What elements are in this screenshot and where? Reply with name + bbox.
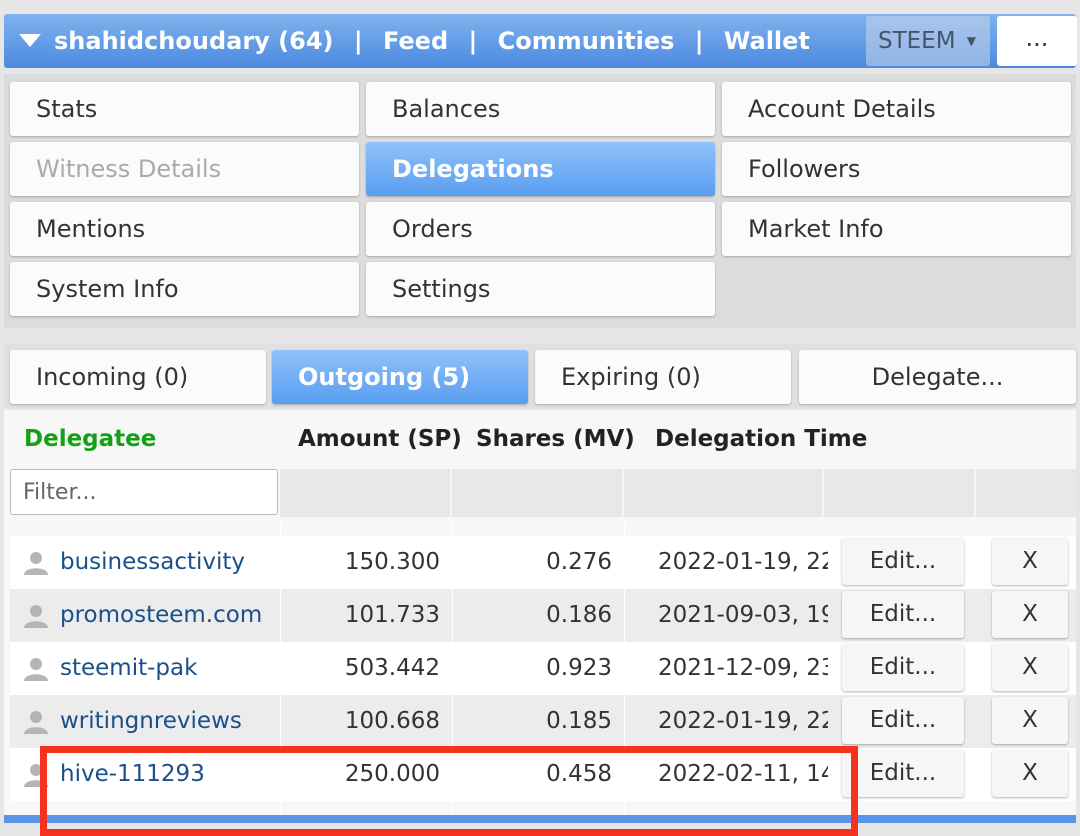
table-row: steemit-pak 503.442 0.923 2021-12-09, 23… — [10, 642, 1076, 695]
tab-incoming[interactable]: Incoming (0) — [10, 350, 266, 404]
column-divider — [280, 522, 281, 822]
communities-link[interactable]: Communities — [498, 24, 675, 58]
dropdown-triangle-icon[interactable] — [19, 34, 41, 47]
delegatee-link[interactable]: writingnreviews — [60, 695, 242, 748]
menu-orders[interactable]: Orders — [366, 202, 715, 256]
delegation-time: 2022-02-11, 14: — [658, 761, 828, 787]
column-divider — [624, 522, 625, 822]
amount-value: 150.300 — [344, 549, 440, 575]
shares-value: 0.186 — [546, 602, 612, 628]
more-button[interactable]: ... — [997, 16, 1077, 66]
user-icon — [24, 605, 48, 628]
caret-down-icon: ▼ — [966, 34, 976, 48]
column-header-time[interactable]: Delegation Time — [655, 410, 867, 466]
table-row: promosteem.com 101.733 0.186 2021-09-03,… — [10, 589, 1076, 642]
bottom-bar — [4, 815, 1076, 823]
table-row: hive-111293 250.000 0.458 2022-02-11, 14… — [10, 748, 1076, 801]
tab-expiring[interactable]: Expiring (0) — [535, 350, 791, 404]
edit-button[interactable]: Edit... — [842, 750, 964, 797]
currency-select[interactable]: STEEM ▼ — [866, 16, 990, 66]
edit-button[interactable]: Edit... — [842, 591, 964, 638]
remove-button[interactable]: X — [992, 538, 1068, 585]
menu-account-details[interactable]: Account Details — [722, 82, 1071, 136]
menu-followers[interactable]: Followers — [722, 142, 1071, 196]
table-row: businessactivity 150.300 0.276 2022-01-1… — [10, 536, 1076, 589]
column-header-delegatee[interactable]: Delegatee — [24, 410, 156, 466]
delegation-time: 2021-09-03, 19: — [658, 602, 828, 628]
shares-value: 0.185 — [546, 708, 612, 734]
user-icon — [24, 658, 48, 681]
nav-separator: | — [468, 27, 478, 55]
amount-value: 250.000 — [344, 761, 440, 787]
wallet-link[interactable]: Wallet — [724, 24, 810, 58]
filter-cell — [624, 469, 822, 517]
edit-button[interactable]: Edit... — [842, 644, 964, 691]
filter-cell — [976, 469, 1076, 517]
delegatee-link[interactable]: hive-111293 — [60, 748, 205, 801]
delegatee-link[interactable]: businessactivity — [60, 536, 245, 589]
shares-value: 0.276 — [546, 549, 612, 575]
filter-input[interactable] — [10, 469, 278, 515]
delegatee-link[interactable]: promosteem.com — [60, 589, 262, 642]
filter-row — [4, 466, 1076, 522]
shares-value: 0.923 — [546, 655, 612, 681]
delegation-tabs: Incoming (0) Outgoing (5) Expiring (0) D… — [4, 344, 1076, 408]
edit-button[interactable]: Edit... — [842, 538, 964, 585]
table-row: writingnreviews 100.668 0.185 2022-01-19… — [10, 695, 1076, 748]
amount-value: 503.442 — [344, 655, 440, 681]
tab-outgoing[interactable]: Outgoing (5) — [272, 350, 528, 404]
menu-system-info[interactable]: System Info — [10, 262, 359, 316]
currency-select-value: STEEM — [878, 28, 956, 54]
column-header-shares[interactable]: Shares (MV) — [476, 410, 635, 466]
user-icon — [24, 764, 48, 787]
menu-balances[interactable]: Balances — [366, 82, 715, 136]
nav-separator: | — [353, 27, 363, 55]
remove-button[interactable]: X — [992, 644, 1068, 691]
delegatee-link[interactable]: steemit-pak — [60, 642, 197, 695]
delegation-time: 2022-01-19, 22: — [658, 708, 828, 734]
menu-delegations[interactable]: Delegations — [366, 142, 715, 196]
account-link[interactable]: shahidchoudary (64) — [54, 24, 334, 58]
column-header-amount[interactable]: Amount (SP) — [298, 410, 462, 466]
user-icon — [24, 552, 48, 575]
remove-button[interactable]: X — [992, 591, 1068, 638]
feed-link[interactable]: Feed — [383, 24, 448, 58]
delegations-table: Delegatee Amount (SP) Shares (MV) Delega… — [4, 410, 1076, 823]
column-divider — [452, 522, 453, 822]
menu-stats[interactable]: Stats — [10, 82, 359, 136]
delegate-button[interactable]: Delegate... — [799, 350, 1076, 404]
filter-cell — [452, 469, 622, 517]
menu-witness-details: Witness Details — [10, 142, 359, 196]
filter-cell — [280, 469, 450, 517]
filter-cell — [824, 469, 974, 517]
user-icon — [24, 711, 48, 734]
amount-value: 100.668 — [344, 708, 440, 734]
delegation-time: 2021-12-09, 23: — [658, 655, 828, 681]
menu-mentions[interactable]: Mentions — [10, 202, 359, 256]
menu-market-info[interactable]: Market Info — [722, 202, 1071, 256]
edit-button[interactable]: Edit... — [842, 697, 964, 744]
remove-button[interactable]: X — [992, 750, 1068, 797]
nav-separator: | — [694, 27, 704, 55]
menu-settings[interactable]: Settings — [366, 262, 715, 316]
remove-button[interactable]: X — [992, 697, 1068, 744]
delegation-time: 2022-01-19, 22: — [658, 549, 828, 575]
nav-links: shahidchoudary (64) | Feed | Communities… — [54, 24, 810, 58]
shares-value: 0.458 — [546, 761, 612, 787]
amount-value: 101.733 — [344, 602, 440, 628]
top-nav-bar: shahidchoudary (64) | Feed | Communities… — [4, 14, 1077, 68]
wallet-menu: Stats Balances Account Details Witness D… — [4, 74, 1076, 328]
